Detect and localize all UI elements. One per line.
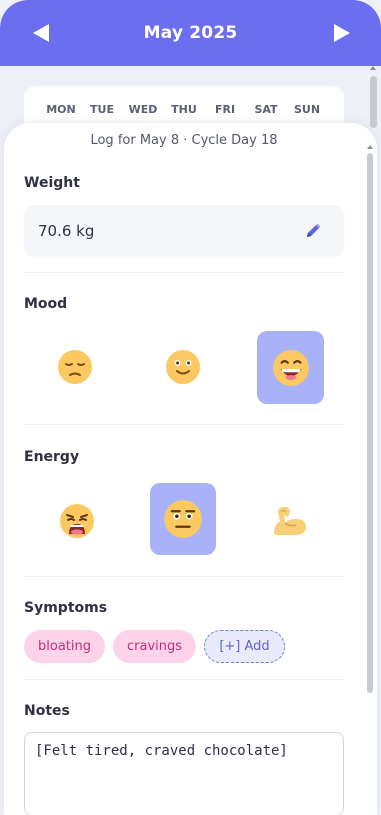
mood-label: Mood [24, 296, 68, 312]
mood-option-neutral[interactable] [150, 331, 216, 403]
symptom-chip-cravings[interactable]: cravings [113, 630, 196, 663]
sheet-scroll-thumb[interactable] [367, 153, 373, 693]
neutral-face-icon [164, 500, 202, 538]
divider [24, 424, 344, 425]
divider [24, 272, 344, 273]
log-title: Log for May 8 · Cycle Day 18 [90, 133, 278, 148]
pencil-icon[interactable] [304, 222, 322, 240]
notes-textarea[interactable]: [Felt tired, craved chocolate] [24, 732, 344, 815]
weight-field[interactable]: 70.6 kg [24, 205, 344, 257]
page-scroll-thumb[interactable] [370, 76, 377, 128]
month-title: May 2025 [143, 23, 238, 43]
mood-option-happy[interactable] [257, 331, 324, 404]
energy-option-low[interactable] [44, 485, 110, 557]
weekday-label: SUN [293, 103, 321, 116]
next-month-button[interactable] [331, 22, 353, 44]
scroll-up-arrow-icon[interactable] [370, 66, 376, 70]
energy-option-high[interactable] [257, 485, 323, 557]
weight-label: Weight [24, 175, 80, 191]
notes-label: Notes [24, 703, 70, 719]
prev-month-button[interactable] [30, 22, 52, 44]
pensive-face-icon [58, 350, 92, 384]
symptom-chip-bloating[interactable]: bloating [24, 630, 105, 663]
weary-face-icon [60, 504, 94, 538]
weekday-label: MON [46, 103, 76, 116]
triangle-left-icon [33, 24, 49, 42]
add-symptom-button[interactable]: [+] Add [204, 630, 285, 663]
scroll-up-arrow-icon[interactable] [367, 145, 373, 149]
weekday-label: WED [128, 103, 158, 116]
mood-option-sad[interactable] [42, 331, 108, 403]
daily-log-sheet: Log for May 8 · Cycle Day 18 Weight 70.6… [4, 123, 377, 815]
grinning-face-icon [272, 349, 309, 386]
energy-option-medium[interactable] [150, 483, 216, 555]
weekday-label: THU [171, 103, 197, 116]
weight-value: 70.6 kg [38, 222, 95, 240]
symptoms-label: Symptoms [24, 600, 108, 616]
flexed-biceps-icon [274, 507, 306, 535]
sheet-scrollbar[interactable] [367, 145, 373, 815]
weekday-label: SAT [254, 103, 278, 116]
weekday-label: TUE [90, 103, 114, 116]
divider [24, 576, 344, 577]
energy-label: Energy [24, 449, 80, 465]
weekday-row: MON TUE WED THU FRI SAT SUN [24, 86, 344, 116]
slightly-smiling-face-icon [166, 350, 200, 384]
triangle-right-icon [334, 24, 350, 42]
month-header: May 2025 [0, 0, 381, 66]
weekday-label: FRI [214, 103, 236, 116]
app-frame: May 2025 MON TUE WED THU FRI SAT SUN Log… [0, 0, 381, 815]
divider [24, 679, 344, 680]
